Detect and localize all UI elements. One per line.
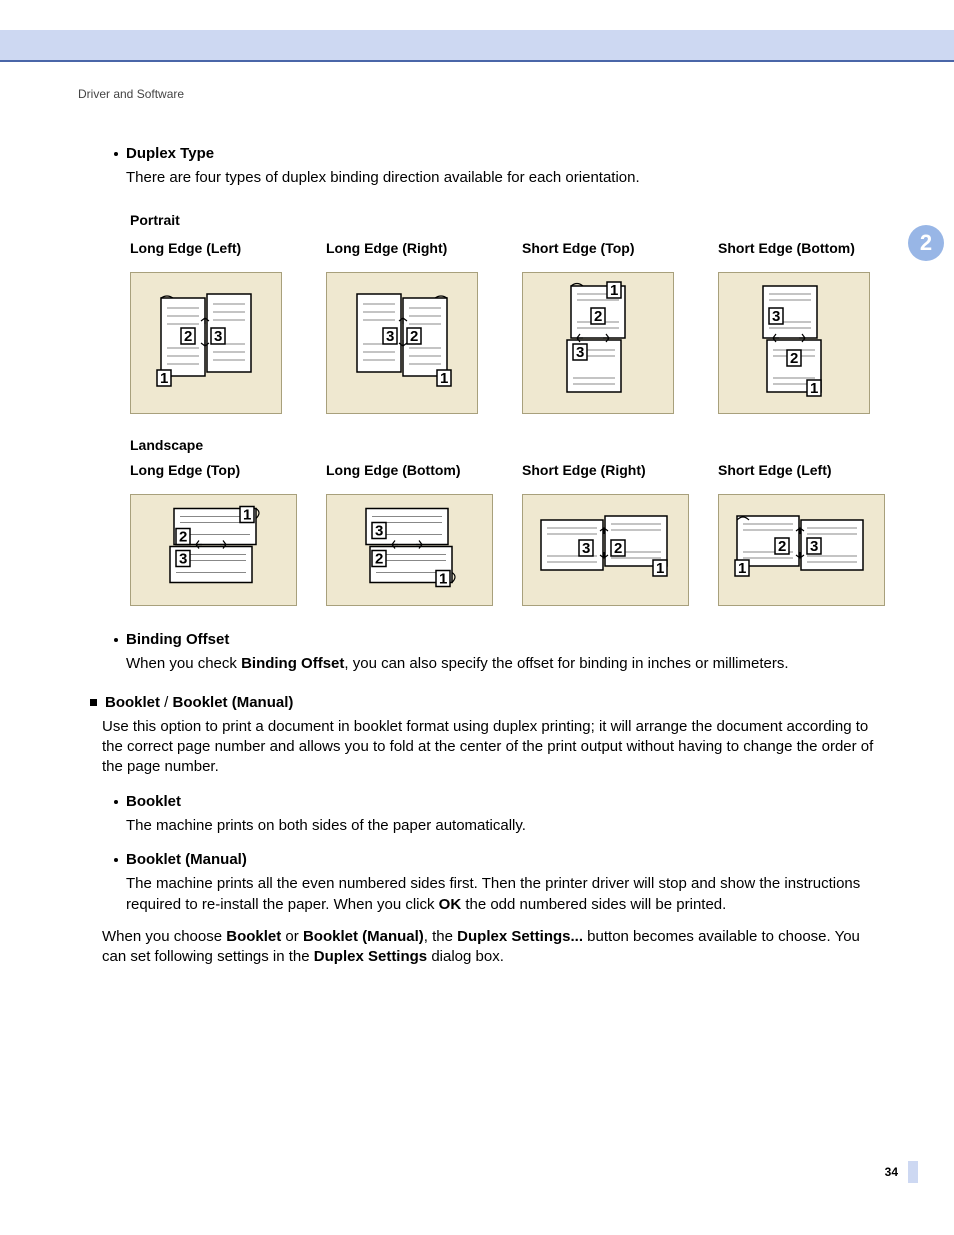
svg-text:1: 1: [810, 380, 818, 397]
col-hdr: Long Edge (Right): [326, 239, 522, 258]
booklet-icon: 3 2 1: [749, 278, 839, 408]
col-hdr: Long Edge (Top): [130, 461, 326, 480]
text: When you choose: [102, 928, 226, 945]
item-booklet-manual: Booklet (Manual): [114, 850, 876, 870]
page: 2 Driver and Software Duplex Type There …: [0, 0, 954, 1235]
closing-para: When you choose Booklet or Booklet (Manu…: [102, 927, 876, 968]
col-hdr: Short Edge (Top): [522, 239, 718, 258]
item-desc: When you check Binding Offset, you can a…: [126, 654, 876, 674]
text-bold: Booklet (Manual): [303, 928, 424, 945]
booklet-icon: 2 3 1: [151, 288, 261, 398]
svg-text:2: 2: [594, 308, 602, 325]
content: Duplex Type There are four types of dupl…: [78, 130, 876, 967]
svg-text:2: 2: [375, 551, 383, 568]
text: /: [160, 694, 173, 711]
text-bold: Booklet (Manual): [173, 694, 294, 711]
svg-text:1: 1: [738, 560, 746, 577]
col-hdr: Short Edge (Left): [718, 461, 914, 480]
landscape-grid: Long Edge (Top): [130, 461, 876, 606]
svg-text:3: 3: [772, 308, 780, 325]
page-number: 34: [885, 1164, 898, 1180]
diagram-long-edge-left: 2 3 1: [130, 272, 282, 414]
text: dialog box.: [427, 948, 504, 965]
svg-text:2: 2: [179, 529, 187, 546]
diagram-short-edge-top: 1 2 3: [522, 272, 674, 414]
svg-text:2: 2: [778, 538, 786, 555]
booklet-icon: 1 2 3: [553, 278, 643, 408]
text-bold: Duplex Settings...: [457, 928, 583, 945]
text-bold: Booklet: [226, 928, 281, 945]
svg-text:3: 3: [582, 540, 590, 557]
orientation-landscape: Landscape: [130, 436, 876, 455]
text: , you can also specify the offset for bi…: [344, 655, 788, 672]
col-hdr: Short Edge (Bottom): [718, 239, 914, 258]
item-booklet-auto: Booklet: [114, 792, 876, 812]
svg-text:1: 1: [243, 507, 251, 524]
svg-text:1: 1: [656, 560, 664, 577]
text-bold: OK: [439, 896, 462, 913]
diagram-short-edge-left: 2 3 1: [718, 494, 885, 606]
booklet-icon: 2 3 1: [727, 510, 877, 590]
portrait-grid: Long Edge (Left): [130, 239, 876, 414]
text: , the: [424, 928, 457, 945]
booklet-icon: 1 2 3: [154, 503, 274, 598]
svg-text:2: 2: [184, 328, 192, 345]
svg-text:1: 1: [610, 282, 618, 299]
svg-text:3: 3: [576, 344, 584, 361]
pagenum-tab: [908, 1161, 918, 1183]
item-title: Booklet (Manual): [126, 851, 247, 868]
col-hdr: Long Edge (Left): [130, 239, 326, 258]
diagram-short-edge-right: 3 2 1: [522, 494, 689, 606]
diagram-long-edge-bottom: 3 2 1: [326, 494, 493, 606]
svg-text:2: 2: [410, 328, 418, 345]
svg-text:2: 2: [614, 540, 622, 557]
item-duplex-type: Duplex Type: [114, 144, 876, 164]
header-bar: [0, 30, 954, 60]
orientation-portrait: Portrait: [130, 211, 876, 230]
svg-text:3: 3: [386, 328, 394, 345]
col-hdr: Short Edge (Right): [522, 461, 718, 480]
svg-text:3: 3: [375, 523, 383, 540]
svg-text:3: 3: [214, 328, 222, 345]
item-desc: There are four types of duplex binding d…: [126, 168, 876, 188]
item-desc: Use this option to print a document in b…: [102, 717, 876, 778]
item-title: Binding Offset: [126, 631, 229, 648]
text: When you check: [126, 655, 241, 672]
svg-text:3: 3: [810, 538, 818, 555]
text-bold: Booklet: [105, 694, 160, 711]
svg-text:1: 1: [440, 370, 448, 387]
diagram-long-edge-right: 3 2 1: [326, 272, 478, 414]
svg-text:3: 3: [179, 551, 187, 568]
text: or: [281, 928, 303, 945]
item-desc: The machine prints on both sides of the …: [126, 816, 876, 836]
booklet-icon: 3 2 1: [350, 503, 470, 598]
svg-text:2: 2: [790, 350, 798, 367]
text-bold: Duplex Settings: [314, 948, 427, 965]
booklet-icon: 3 2 1: [531, 510, 681, 590]
col-hdr: Long Edge (Bottom): [326, 461, 522, 480]
item-binding-offset: Binding Offset: [114, 630, 876, 650]
text: the odd numbered sides will be printed.: [461, 896, 726, 913]
svg-text:1: 1: [439, 571, 447, 588]
diagram-short-edge-bottom: 3 2 1: [718, 272, 870, 414]
running-header: Driver and Software: [78, 86, 184, 102]
diagram-long-edge-top: 1 2 3: [130, 494, 297, 606]
item-desc: The machine prints all the even numbered…: [126, 874, 876, 915]
svg-text:1: 1: [160, 370, 168, 387]
item-title: Booklet: [126, 793, 181, 810]
booklet-icon: 3 2 1: [347, 288, 457, 398]
item-booklet: Booklet / Booklet (Manual): [90, 693, 876, 713]
item-title: Duplex Type: [126, 145, 214, 162]
text-bold: Binding Offset: [241, 655, 344, 672]
